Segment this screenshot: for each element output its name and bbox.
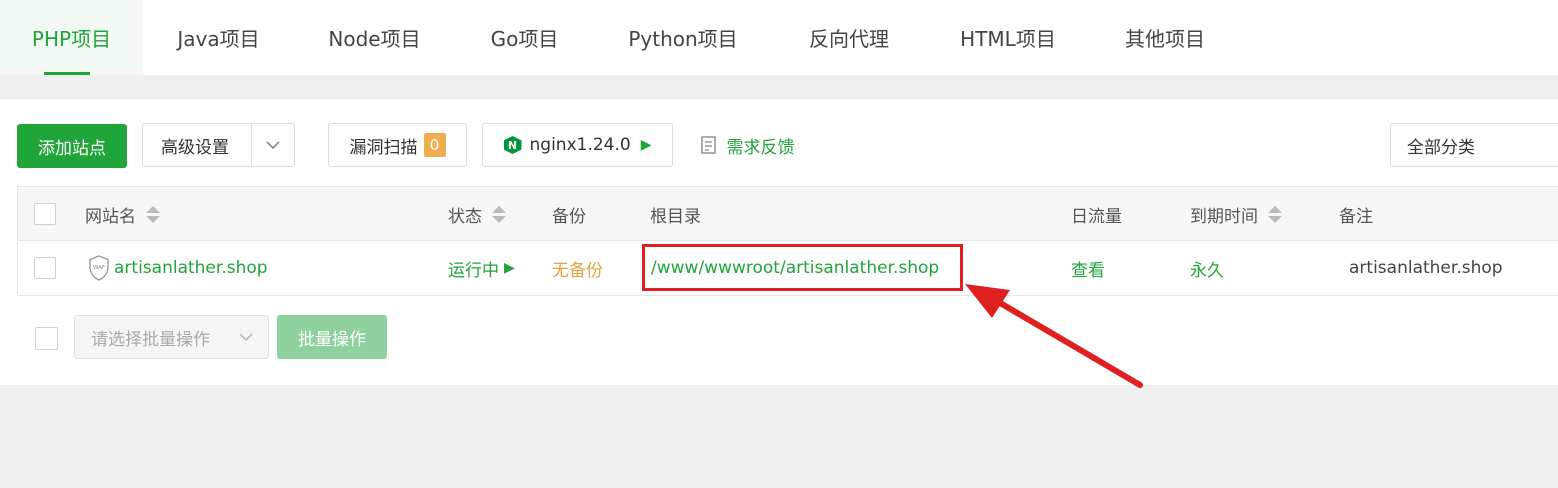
add-site-label: 添加站点 bbox=[38, 138, 106, 159]
backup-link[interactable]: 无备份 bbox=[552, 241, 603, 295]
header-name[interactable]: 网站名 bbox=[85, 187, 160, 241]
expire-link[interactable]: 永久 bbox=[1190, 241, 1224, 295]
advanced-settings-dropdown[interactable]: 高级设置 bbox=[142, 123, 295, 167]
waf-text: WAF bbox=[93, 265, 105, 271]
batch-operation-select[interactable]: 请选择批量操作 bbox=[74, 315, 269, 359]
tab-label: HTML项目 bbox=[960, 27, 1056, 51]
category-select[interactable]: 全部分类 bbox=[1390, 123, 1558, 167]
advanced-settings-caret[interactable] bbox=[251, 124, 294, 166]
vuln-scan-button[interactable]: 漏洞扫描 0 bbox=[328, 123, 467, 167]
tab-label: Go项目 bbox=[490, 27, 559, 51]
site-name-cell: WAF artisanlather.shop bbox=[88, 241, 268, 295]
batch-placeholder: 请选择批量操作 bbox=[91, 329, 210, 350]
tab-java[interactable]: Java项目 bbox=[143, 0, 294, 75]
feedback-label: 需求反馈 bbox=[726, 137, 795, 158]
backup-label: 无备份 bbox=[552, 260, 603, 281]
header-root: 根目录 bbox=[650, 187, 701, 241]
sort-icon bbox=[492, 205, 506, 223]
tab-reverse-proxy[interactable]: 反向代理 bbox=[772, 0, 926, 75]
select-all-checkbox[interactable] bbox=[34, 203, 56, 225]
tab-label: 反向代理 bbox=[809, 27, 889, 51]
chevron-down-icon bbox=[266, 141, 280, 150]
header-root-label: 根目录 bbox=[650, 206, 701, 227]
sort-icon bbox=[146, 205, 160, 223]
note-field[interactable]: artisanlather.shop bbox=[1349, 241, 1503, 295]
traffic-label: 查看 bbox=[1071, 260, 1105, 281]
add-site-button[interactable]: 添加站点 bbox=[17, 124, 127, 168]
site-name-link[interactable]: artisanlather.shop bbox=[114, 258, 268, 278]
play-icon: ▶ bbox=[504, 260, 515, 276]
tab-other[interactable]: 其他项目 bbox=[1090, 0, 1240, 75]
tab-label: Node项目 bbox=[328, 27, 421, 51]
play-icon: ▶ bbox=[640, 137, 652, 153]
nginx-version: nginx1.24.0 bbox=[529, 135, 631, 155]
tab-html[interactable]: HTML项目 bbox=[926, 0, 1090, 75]
nginx-service-button[interactable]: N nginx1.24.0 ▶ bbox=[482, 123, 673, 167]
header-traffic: 日流量 bbox=[1071, 187, 1122, 241]
batch-select-checkbox[interactable] bbox=[35, 327, 58, 350]
header-traffic-label: 日流量 bbox=[1071, 206, 1122, 227]
header-expire[interactable]: 到期时间 bbox=[1190, 187, 1282, 241]
select-all-cell bbox=[34, 187, 56, 241]
status-toggle[interactable]: 运行中 ▶ bbox=[448, 241, 515, 295]
header-name-label: 网站名 bbox=[85, 206, 136, 227]
tab-python[interactable]: Python项目 bbox=[594, 0, 772, 75]
nginx-icon: N bbox=[503, 136, 522, 154]
status-label: 运行中 bbox=[448, 260, 499, 281]
header-status[interactable]: 状态 bbox=[448, 187, 506, 241]
header-backup-label: 备份 bbox=[552, 206, 586, 227]
tab-label: Java项目 bbox=[177, 27, 260, 51]
project-tabs: PHP项目 Java项目 Node项目 Go项目 Python项目 反向代理 H… bbox=[0, 0, 1558, 75]
vuln-scan-label: 漏洞扫描 bbox=[349, 137, 418, 158]
tab-php[interactable]: PHP项目 bbox=[0, 0, 143, 75]
row-checkbox[interactable] bbox=[34, 257, 56, 279]
advanced-settings-label: 高级设置 bbox=[161, 137, 229, 158]
tab-label: PHP项目 bbox=[31, 27, 112, 51]
active-tab-indicator bbox=[44, 72, 90, 75]
tab-node[interactable]: Node项目 bbox=[294, 0, 455, 75]
batch-button-label: 批量操作 bbox=[298, 329, 366, 350]
header-status-label: 状态 bbox=[448, 206, 482, 227]
batch-operation-button[interactable]: 批量操作 bbox=[277, 315, 387, 359]
tab-go[interactable]: Go项目 bbox=[455, 0, 594, 75]
header-expire-label: 到期时间 bbox=[1190, 206, 1258, 227]
tab-label: Python项目 bbox=[628, 27, 738, 51]
feedback-icon bbox=[700, 136, 716, 154]
annotation-highlight-box bbox=[642, 244, 963, 291]
vuln-count-badge: 0 bbox=[423, 133, 446, 157]
expire-label: 永久 bbox=[1190, 260, 1224, 281]
chevron-down-icon bbox=[239, 333, 253, 342]
header-note-label: 备注 bbox=[1339, 206, 1373, 227]
category-selected: 全部分类 bbox=[1407, 137, 1475, 158]
feedback-link[interactable]: 需求反馈 bbox=[692, 123, 802, 167]
header-backup: 备份 bbox=[552, 187, 586, 241]
header-note: 备注 bbox=[1339, 187, 1373, 241]
tab-label: 其他项目 bbox=[1125, 27, 1205, 51]
traffic-view-link[interactable]: 查看 bbox=[1071, 241, 1105, 295]
row-select-cell bbox=[34, 241, 56, 295]
table-header: 网站名 状态 备份 根目录 日流量 到期时间 备注 bbox=[18, 187, 1558, 241]
site-panel: 添加站点 高级设置 漏洞扫描 0 N nginx1.24.0 ▶ 需求反馈 全部… bbox=[0, 99, 1558, 385]
sort-icon bbox=[1268, 205, 1282, 223]
waf-shield-icon[interactable]: WAF bbox=[88, 255, 110, 281]
note-label: artisanlather.shop bbox=[1349, 258, 1503, 278]
